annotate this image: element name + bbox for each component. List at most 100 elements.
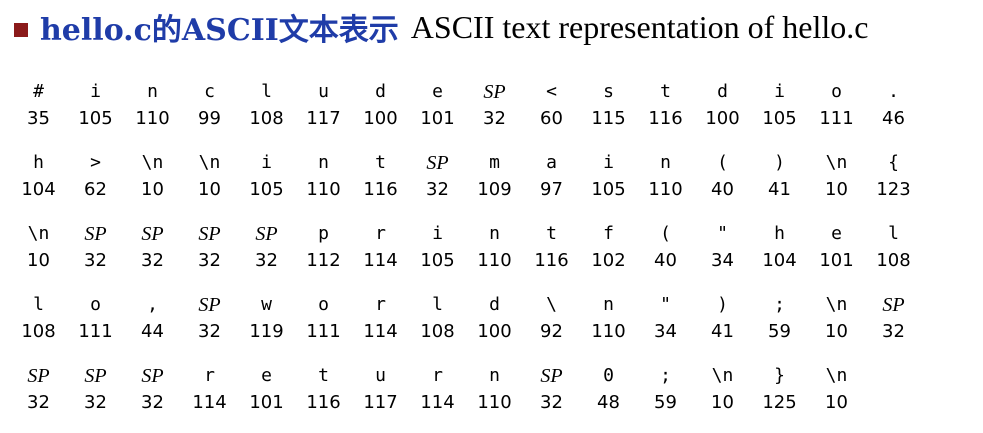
char-glyph: t bbox=[660, 81, 671, 102]
char-cell: i 105 bbox=[751, 78, 808, 132]
char-code: 59 bbox=[768, 321, 791, 342]
char-cell: d 100 bbox=[694, 78, 751, 132]
char-cell: SP 32 bbox=[523, 362, 580, 416]
char-cell: i 105 bbox=[67, 78, 124, 132]
table-row: \n 10 SP 32 SP 32 SP 32 SP 32 p 112 r 114 i 105 n 110 t 116… bbox=[27, 220, 958, 291]
char-glyph: \n bbox=[141, 152, 164, 173]
char-glyph: i bbox=[432, 223, 443, 244]
char-glyph: e bbox=[261, 365, 272, 386]
char-code: 32 bbox=[141, 392, 164, 413]
char-cell: . 46 bbox=[865, 78, 922, 132]
char-code: 105 bbox=[420, 250, 455, 271]
char-code: 114 bbox=[363, 321, 398, 342]
char-cell: \n 10 bbox=[124, 149, 181, 203]
char-code: 108 bbox=[21, 321, 56, 342]
char-code: 105 bbox=[249, 179, 284, 200]
char-cell: ) 41 bbox=[694, 291, 751, 345]
ascii-table: #35 i 105 n 110 c 99 l 108 u 117 d 100 e 101 SP 32 <60 s 11… bbox=[21, 78, 958, 433]
char-code: 10 bbox=[711, 392, 734, 413]
char-cell: SP 32 bbox=[409, 149, 466, 203]
char-glyph: w bbox=[261, 294, 272, 315]
char-cell: r 114 bbox=[352, 291, 409, 345]
char-cell: l 108 bbox=[865, 220, 922, 274]
char-code: 10 bbox=[141, 179, 164, 200]
char-cell: n 110 bbox=[637, 149, 694, 203]
char-glyph: i bbox=[261, 152, 272, 173]
char-cell: " 34 bbox=[637, 291, 694, 345]
char-glyph: t bbox=[318, 365, 329, 386]
char-glyph: n bbox=[489, 223, 500, 244]
char-code: 119 bbox=[249, 321, 284, 342]
char-glyph: SP bbox=[255, 223, 278, 245]
char-glyph: d bbox=[375, 81, 386, 102]
char-code: 35 bbox=[27, 108, 50, 129]
char-glyph: i bbox=[603, 152, 614, 173]
char-cell: t 116 bbox=[352, 149, 409, 203]
char-code: 116 bbox=[363, 179, 398, 200]
char-cell: u 117 bbox=[352, 362, 409, 416]
char-glyph: SP bbox=[198, 294, 221, 316]
char-cell: n 110 bbox=[466, 362, 523, 416]
char-code: 117 bbox=[363, 392, 398, 413]
char-cell: d 100 bbox=[466, 291, 523, 345]
char-code: 41 bbox=[768, 179, 791, 200]
char-glyph: r bbox=[375, 223, 386, 244]
char-cell: c 99 bbox=[181, 78, 238, 132]
char-code: 114 bbox=[192, 392, 227, 413]
char-cell: o 111 bbox=[295, 291, 352, 345]
char-cell: e 101 bbox=[409, 78, 466, 132]
char-glyph: < bbox=[546, 81, 557, 102]
char-glyph: s bbox=[603, 81, 614, 102]
char-cell: <60 bbox=[523, 78, 580, 132]
char-glyph: n bbox=[603, 294, 614, 315]
char-glyph: h bbox=[33, 152, 44, 173]
char-code: 110 bbox=[135, 108, 170, 129]
char-glyph: r bbox=[375, 294, 386, 315]
char-code: 110 bbox=[591, 321, 626, 342]
char-glyph: . bbox=[888, 81, 899, 102]
char-glyph: d bbox=[489, 294, 500, 315]
char-code: 10 bbox=[198, 179, 221, 200]
char-glyph: d bbox=[717, 81, 728, 102]
char-code: 123 bbox=[876, 179, 911, 200]
char-glyph: p bbox=[318, 223, 329, 244]
char-glyph: o bbox=[318, 294, 329, 315]
char-cell: ) 41 bbox=[751, 149, 808, 203]
char-code: 32 bbox=[198, 250, 221, 271]
char-cell: i 105 bbox=[580, 149, 637, 203]
char-cell: \n 10 bbox=[808, 362, 865, 416]
char-code: 62 bbox=[84, 179, 107, 200]
char-code: 48 bbox=[597, 392, 620, 413]
char-cell: o 111 bbox=[808, 78, 865, 132]
char-glyph: e bbox=[831, 223, 842, 244]
char-cell: , 44 bbox=[124, 291, 181, 345]
char-cell: t 116 bbox=[295, 362, 352, 416]
char-glyph: m bbox=[489, 152, 500, 173]
char-cell: SP 32 bbox=[67, 362, 124, 416]
char-glyph: SP bbox=[141, 223, 164, 245]
char-cell: h 104 bbox=[10, 149, 67, 203]
char-code: 101 bbox=[819, 250, 854, 271]
char-glyph: SP bbox=[882, 294, 905, 316]
char-code: 116 bbox=[306, 392, 341, 413]
char-cell: e 101 bbox=[238, 362, 295, 416]
char-cell: " 34 bbox=[694, 220, 751, 274]
char-glyph: SP bbox=[141, 365, 164, 387]
char-glyph: { bbox=[888, 152, 899, 173]
char-glyph: u bbox=[375, 365, 386, 386]
table-row: l 108 o 111, 44 SP 32 w 119 o 111 r 114 l 108 d 100 \ 92 n 1… bbox=[21, 291, 958, 362]
char-code: 110 bbox=[648, 179, 683, 200]
char-code: 10 bbox=[825, 321, 848, 342]
char-code: 100 bbox=[477, 321, 512, 342]
char-glyph: n bbox=[489, 365, 500, 386]
char-glyph: h bbox=[774, 223, 785, 244]
char-glyph: ; bbox=[774, 294, 785, 315]
char-glyph: t bbox=[375, 152, 386, 173]
char-code: 101 bbox=[420, 108, 455, 129]
title-chinese: hello.c的ASCII文本表示 bbox=[40, 13, 399, 48]
char-code: 125 bbox=[762, 392, 797, 413]
char-glyph: l bbox=[888, 223, 899, 244]
char-glyph: r bbox=[432, 365, 443, 386]
char-glyph: i bbox=[90, 81, 101, 102]
char-glyph: t bbox=[546, 223, 557, 244]
